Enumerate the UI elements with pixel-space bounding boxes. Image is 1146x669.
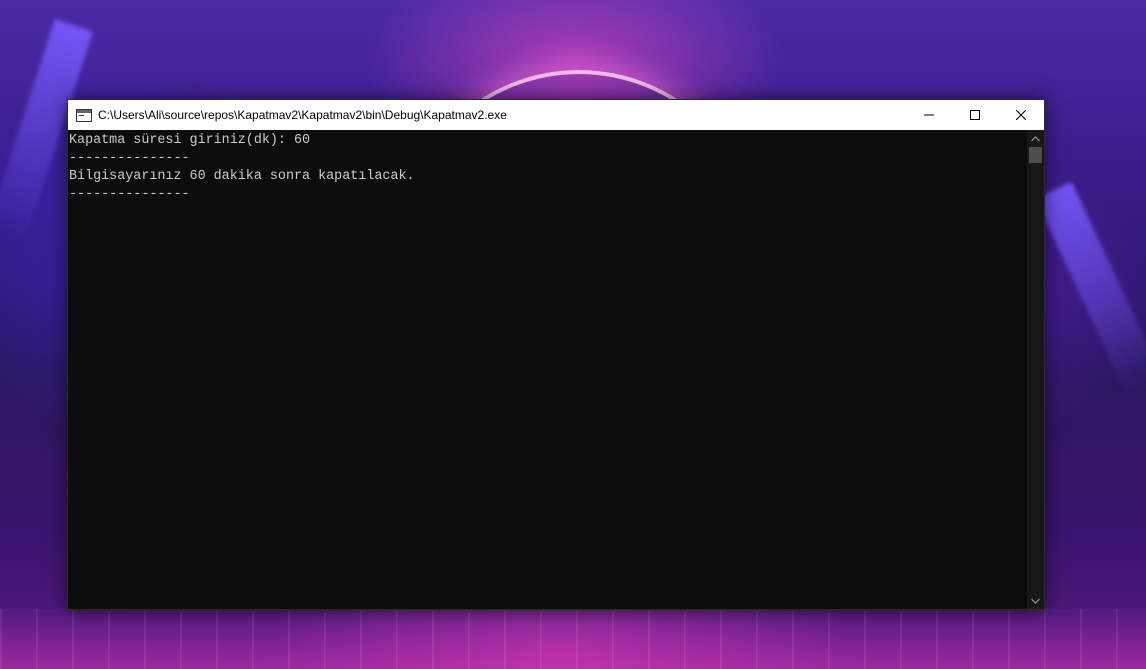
minimize-icon [924,114,934,116]
console-output[interactable]: Kapatma süresi giriniz(dk): 60 ---------… [68,130,1027,609]
maximize-button[interactable] [952,100,998,130]
console-app-icon[interactable] [76,108,92,122]
console-line-separator: --------------- [69,151,190,166]
chevron-up-icon [1031,135,1040,141]
scroll-up-button[interactable] [1027,130,1044,147]
caption-buttons [906,100,1044,130]
maximize-icon [970,110,980,120]
console-window[interactable]: C:\Users\Ali\source\repos\Kapatmav2\Kapa… [67,99,1045,610]
console-line-prompt: Kapatma süresi giriniz(dk): 60 [69,133,311,148]
chevron-down-icon [1031,598,1040,604]
close-icon [1016,110,1026,120]
close-button[interactable] [998,100,1044,130]
scroll-down-button[interactable] [1027,592,1044,609]
vertical-scrollbar[interactable] [1027,130,1044,609]
title-bar[interactable]: C:\Users\Ali\source\repos\Kapatmav2\Kapa… [68,100,1044,130]
scroll-thumb[interactable] [1029,147,1042,163]
console-line-separator: --------------- [69,187,190,202]
console-line-message: Bilgisayarınız 60 dakika sonra kapatılac… [69,169,415,184]
minimize-button[interactable] [906,100,952,130]
window-title: C:\Users\Ali\source\repos\Kapatmav2\Kapa… [98,108,507,122]
wallpaper-neon-right [1035,181,1146,399]
wallpaper-floor-grid [0,609,1146,669]
